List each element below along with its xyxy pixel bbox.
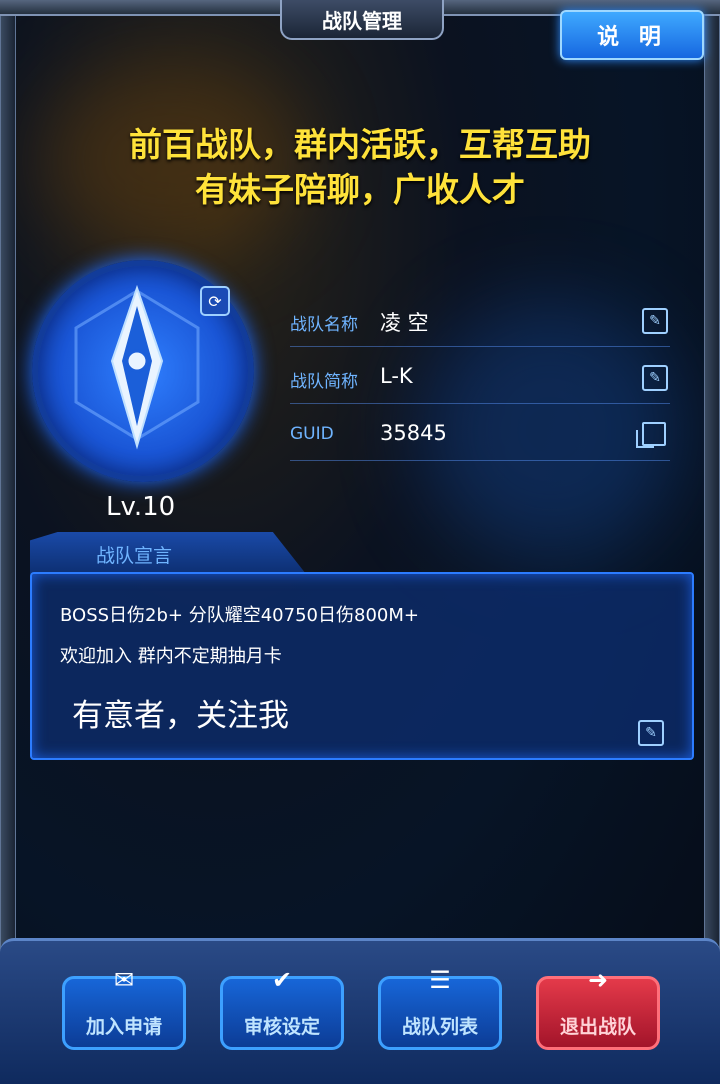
team-name-row: 战队名称 凌 空 ✎	[290, 296, 670, 347]
copy-icon[interactable]	[636, 422, 666, 448]
join-requests-button[interactable]: ✉ 加入申请	[62, 966, 186, 1050]
mail-icon: ✉	[113, 966, 135, 994]
declaration-line-1: BOSS日伤2b+ 分队耀空40750日伤800M+	[60, 605, 419, 626]
refresh-icon[interactable]: ⟳	[200, 286, 230, 316]
page-title: 战队管理	[280, 0, 444, 40]
team-short-label: 战队简称	[290, 372, 358, 392]
review-settings-label: 审核设定	[243, 1016, 320, 1038]
guid-label: GUID	[290, 424, 334, 444]
team-level: Lv.10	[106, 492, 176, 522]
review-settings-button[interactable]: ✔ 审核设定	[220, 966, 344, 1050]
declaration-line-2: 欢迎加入 群内不定期抽月卡	[60, 646, 282, 667]
edit-declaration-icon[interactable]: ✎	[638, 720, 664, 746]
team-short-row: 战队简称 L-K ✎	[290, 353, 670, 404]
edit-icon[interactable]: ✎	[642, 308, 668, 334]
exit-icon: ➜	[587, 966, 609, 994]
edit-icon[interactable]: ✎	[642, 365, 668, 391]
declaration-line-3: 有意者，关注我	[72, 698, 289, 734]
check-icon: ✔	[271, 966, 293, 994]
leave-team-button[interactable]: ➜ 退出战队	[536, 966, 660, 1050]
help-button[interactable]: 说 明	[560, 10, 704, 60]
slogan-line-1: 前百战队，群内活跃，互帮互助	[129, 125, 591, 164]
team-list-label: 战队列表	[401, 1016, 478, 1038]
leave-team-label: 退出战队	[559, 1016, 636, 1038]
top-frame-left	[0, 0, 280, 16]
team-list-button[interactable]: ☰ 战队列表	[378, 966, 502, 1050]
list-icon: ☰	[429, 966, 451, 994]
declaration-tab-label: 战队宣言	[96, 545, 173, 567]
slogan-line-2: 有妹子陪聊，广收人才	[195, 170, 525, 209]
team-name-value: 凌 空	[380, 311, 429, 335]
team-short-value: L-K	[380, 364, 413, 388]
team-guid-row: GUID 35845	[290, 410, 670, 461]
join-requests-label: 加入申请	[85, 1016, 162, 1038]
guid-value: 35845	[380, 421, 447, 445]
team-name-label: 战队名称	[290, 315, 358, 335]
